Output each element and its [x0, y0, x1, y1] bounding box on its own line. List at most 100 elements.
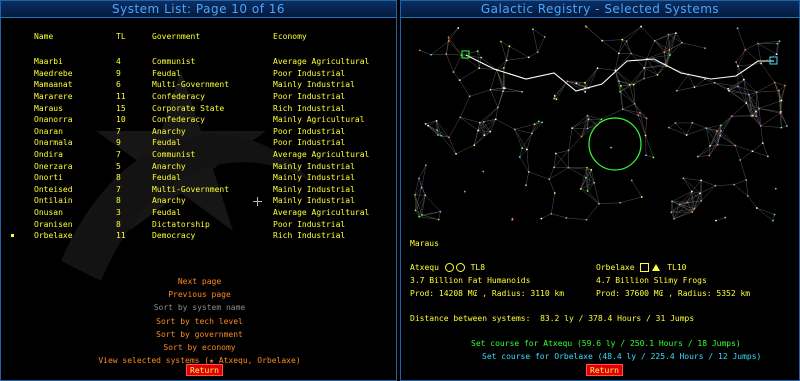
star-system-dot[interactable] [455, 152, 457, 155]
star-system-dot[interactable] [671, 200, 673, 203]
star-system-dot[interactable] [436, 129, 438, 132]
return-button[interactable]: Return [586, 364, 623, 376]
star-system-dot[interactable] [585, 26, 588, 29]
star-system-dot[interactable] [786, 125, 788, 127]
star-system-dot[interactable] [505, 59, 508, 62]
star-system-dot[interactable] [784, 84, 786, 87]
star-system-dot[interactable] [755, 115, 758, 118]
set-course-b-button[interactable]: Set course for Orbelaxe (48.4 ly / 225.4… [482, 352, 761, 361]
star-system-dot[interactable] [459, 116, 462, 119]
system-row[interactable]: Mararere 11 Confederacy Poor Industrial [9, 91, 393, 103]
system-row[interactable]: Onanorra 10 Confederacy Mainly Agricultural [9, 114, 393, 126]
star-system-dot[interactable] [477, 129, 480, 132]
star-system-dot[interactable] [590, 168, 593, 171]
star-system-dot[interactable] [527, 171, 530, 173]
star-system-dot[interactable] [513, 128, 516, 131]
star-system-dot[interactable] [585, 218, 588, 221]
star-system-dot[interactable] [586, 114, 589, 117]
star-system-dot[interactable] [773, 81, 776, 84]
star-system-dot[interactable] [727, 87, 730, 90]
star-system-dot[interactable] [567, 166, 570, 169]
star-system-dot[interactable] [482, 121, 485, 123]
set-course-a-button[interactable]: Set course for Atxequ (59.6 ly / 250.1 H… [471, 339, 741, 348]
star-system-dot[interactable] [691, 121, 694, 124]
star-system-dot[interactable] [587, 118, 590, 121]
star-system-dot[interactable] [625, 40, 628, 43]
star-system-dot[interactable] [427, 124, 430, 127]
star-system-dot[interactable] [521, 147, 524, 150]
star-system-dot[interactable] [543, 36, 546, 38]
return-button[interactable]: Return [186, 364, 223, 376]
star-system-dot[interactable] [685, 134, 688, 136]
star-system-dot[interactable] [447, 40, 450, 42]
star-system-dot[interactable] [420, 186, 423, 189]
system-row[interactable]: Oranisen 8 Dictatorship Poor Industrial [9, 218, 393, 230]
star-system-dot[interactable] [621, 38, 624, 41]
star-system-dot[interactable] [502, 90, 505, 93]
star-system-dot[interactable] [750, 115, 753, 117]
star-system-dot[interactable] [536, 51, 539, 54]
star-system-dot[interactable] [527, 56, 530, 59]
star-system-dot[interactable] [780, 126, 783, 129]
star-system-dot[interactable] [425, 164, 427, 167]
star-system-dot[interactable] [744, 48, 747, 51]
star-system-dot[interactable] [700, 179, 703, 182]
star-system-dot[interactable] [742, 78, 745, 81]
star-system-dot[interactable] [691, 211, 694, 213]
star-system-dot[interactable] [628, 83, 631, 86]
system-row[interactable]: Ondira 7 Communist Average Agricultural [9, 149, 393, 161]
star-system-dot[interactable] [621, 108, 624, 111]
star-system-dot[interactable] [639, 111, 641, 114]
star-system-dot[interactable] [584, 90, 587, 93]
star-system-dot[interactable] [533, 123, 536, 126]
star-system-dot[interactable] [751, 150, 754, 153]
star-system-dot[interactable] [525, 148, 528, 151]
star-system-dot[interactable] [435, 119, 438, 122]
star-system-dot[interactable] [775, 53, 778, 56]
star-system-dot[interactable] [489, 88, 492, 91]
star-system-dot[interactable] [737, 65, 739, 68]
star-system-dot[interactable] [418, 177, 420, 180]
star-system-dot[interactable] [575, 82, 578, 85]
star-system-dot[interactable] [458, 79, 461, 82]
star-system-dot[interactable] [667, 33, 670, 36]
star-system-dot[interactable] [720, 124, 722, 127]
star-system-dot[interactable] [630, 52, 633, 55]
star-system-dot[interactable] [632, 83, 635, 86]
star-system-dot[interactable] [553, 94, 556, 97]
star-system-dot[interactable] [633, 102, 636, 105]
star-system-dot[interactable] [548, 178, 551, 181]
star-system-dot[interactable] [586, 166, 588, 169]
star-system-dot[interactable] [773, 213, 776, 216]
star-system-dot[interactable] [502, 67, 505, 69]
star-system-dot[interactable] [482, 170, 485, 173]
star-system-dot[interactable] [640, 25, 642, 28]
star-system-dot[interactable] [565, 217, 568, 219]
star-system-dot[interactable] [755, 207, 758, 209]
star-system-dot[interactable] [755, 91, 758, 94]
star-system-dot[interactable] [521, 90, 524, 93]
star-system-dot[interactable] [554, 152, 557, 155]
star-system-dot[interactable] [480, 56, 483, 59]
star-system-dot[interactable] [445, 53, 448, 55]
star-system-dot[interactable] [715, 130, 718, 133]
star-system-dot[interactable] [715, 219, 717, 222]
system-row[interactable]: Onteised 7 Multi-Government Mainly Industri… [9, 184, 393, 196]
star-system-dot[interactable] [424, 122, 427, 125]
star-system-dot[interactable] [525, 184, 527, 187]
star-system-dot[interactable] [779, 100, 782, 102]
star-system-dot[interactable] [452, 71, 455, 73]
system-row[interactable]: Onorti 8 Feudal Mainly Industrial [9, 172, 393, 184]
star-system-dot[interactable] [421, 213, 423, 216]
star-system-dot[interactable] [596, 67, 599, 70]
star-system-dot[interactable] [476, 50, 479, 53]
selected-system-a-marker[interactable] [461, 50, 470, 59]
system-row[interactable]: Maedrebe 9 Feudal Poor Industrial [9, 68, 393, 80]
star-system-dot[interactable] [643, 77, 645, 80]
star-system-dot[interactable] [478, 121, 481, 124]
star-system-dot[interactable] [440, 134, 443, 137]
star-system-dot[interactable] [500, 40, 502, 43]
star-system-dot[interactable] [681, 41, 683, 44]
star-system-dot[interactable] [735, 61, 737, 63]
star-system-dot[interactable] [776, 42, 779, 45]
